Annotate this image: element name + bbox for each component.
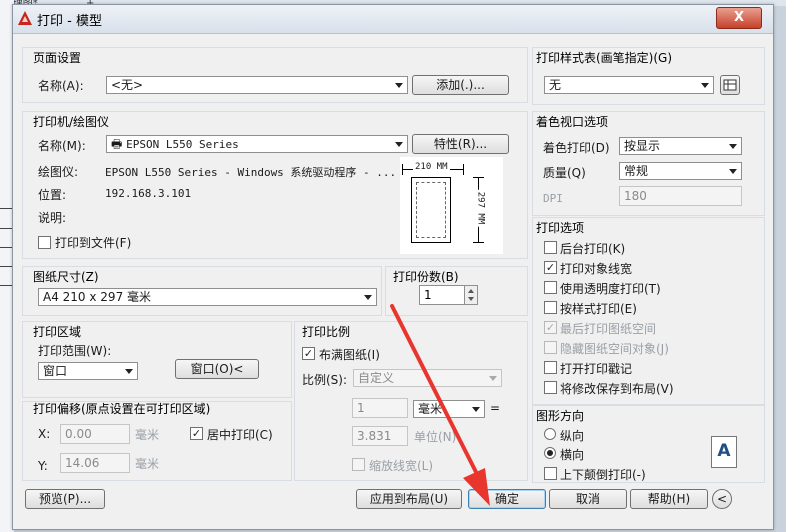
annotation-arrow-line — [390, 304, 480, 478]
annotation-arrow-head — [463, 468, 490, 506]
annotation-arrow — [390, 304, 490, 506]
